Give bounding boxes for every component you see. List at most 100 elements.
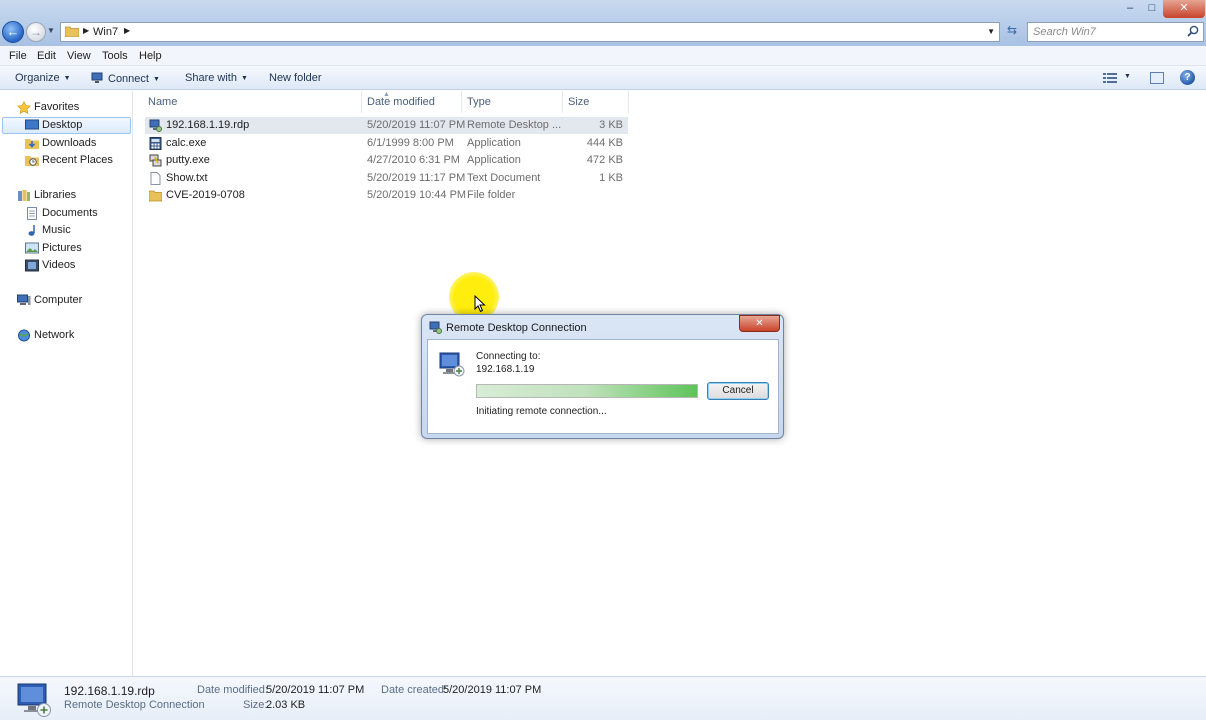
new-folder-button[interactable]: New folder <box>269 72 322 84</box>
arrow-left-icon: ← <box>6 24 20 39</box>
organize-button[interactable]: Organize ▼ <box>15 72 71 84</box>
menu-edit[interactable]: Edit <box>37 50 56 62</box>
computer-icon <box>17 294 31 305</box>
file-size: 3 KB <box>599 119 623 131</box>
file-row[interactable]: 192.168.1.19.rdp 5/20/2019 11:07 PM Remo… <box>145 117 628 134</box>
downloads-icon <box>25 139 39 149</box>
file-date-modified: 4/27/2010 6:31 PM <box>367 154 460 166</box>
column-header-row: ▲ Name Date modified Type Size <box>134 91 634 113</box>
connection-progress-bar <box>476 384 698 398</box>
file-name: calc.exe <box>166 137 207 149</box>
back-button[interactable]: ← <box>2 21 24 43</box>
details-modified-label: Date modified: <box>197 684 268 696</box>
details-pane: 192.168.1.19.rdp Remote Desktop Connecti… <box>0 676 1206 720</box>
file-name: Show.txt <box>166 172 208 184</box>
documents-icon <box>27 207 37 220</box>
column-size[interactable]: Size <box>568 96 589 108</box>
file-date-modified: 5/20/2019 11:07 PM <box>367 119 466 131</box>
search-input[interactable]: Search Win7 <box>1027 22 1204 42</box>
details-modified-value: 5/20/2019 11:07 PM <box>266 684 365 696</box>
organize-label: Organize <box>15 72 60 84</box>
file-row[interactable]: putty.exe 4/27/2010 6:31 PM Application … <box>145 152 628 169</box>
videos-icon <box>25 259 39 272</box>
network-icon <box>18 329 30 342</box>
menu-view[interactable]: View <box>67 50 91 62</box>
breadcrumb-separator-icon[interactable]: ▶ <box>124 26 130 35</box>
chevron-down-icon: ▼ <box>152 76 160 83</box>
menu-tools[interactable]: Tools <box>102 50 128 62</box>
music-icon <box>28 225 35 236</box>
close-button[interactable]: ✕ <box>1163 0 1205 18</box>
file-type: Text Document <box>467 172 541 184</box>
rdp-file-icon <box>149 119 162 132</box>
column-divider[interactable] <box>361 91 362 113</box>
share-with-label: Share with <box>185 72 237 84</box>
cancel-button[interactable]: Cancel <box>707 382 769 400</box>
star-icon <box>17 101 31 114</box>
help-icon[interactable]: ? <box>1180 70 1195 85</box>
column-divider[interactable] <box>628 91 629 113</box>
dialog-title: Remote Desktop Connection <box>446 322 587 334</box>
file-name: 192.168.1.19.rdp <box>166 119 250 131</box>
preview-pane-icon[interactable] <box>1150 72 1164 84</box>
nav-recent-places-label: Recent Places <box>42 154 113 166</box>
file-type: Remote Desktop ... <box>467 119 562 131</box>
details-file-name: 192.168.1.19.rdp <box>64 684 155 698</box>
file-row[interactable]: Show.txt 5/20/2019 11:17 PM Text Documen… <box>145 170 628 187</box>
close-icon: ✕ <box>755 318 764 329</box>
address-bar[interactable]: ▶ Win7 ▶ ▼ <box>60 22 1000 42</box>
connection-status: Initiating remote connection... <box>476 406 607 417</box>
file-type: Application <box>467 137 521 149</box>
column-divider[interactable] <box>461 91 462 113</box>
column-date-modified[interactable]: Date modified <box>367 96 435 108</box>
recent-locations-dropdown[interactable]: ▼ <box>47 26 55 35</box>
title-bar: ← → ▼ ▶ Win7 ▶ ▼ ⇆ Search Win7 – □ ✕ <box>0 0 1206 46</box>
putty-icon <box>149 154 162 167</box>
file-date-modified: 6/1/1999 8:00 PM <box>367 137 454 149</box>
file-row[interactable]: calc.exe 6/1/1999 8:00 PM Application 44… <box>145 135 628 152</box>
refresh-button[interactable]: ⇆ <box>1002 23 1022 41</box>
arrow-right-icon: → <box>30 25 42 39</box>
file-size: 472 KB <box>586 154 623 166</box>
details-size-label: Size: <box>243 699 268 711</box>
file-size: 444 KB <box>586 137 623 149</box>
connect-button[interactable]: Connect ▼ <box>91 72 160 85</box>
chevron-down-icon[interactable]: ▼ <box>1124 73 1131 80</box>
menu-file[interactable]: File <box>9 50 27 62</box>
connect-label: Connect <box>108 73 149 85</box>
target-address: 192.168.1.19 <box>476 364 535 375</box>
forward-button[interactable]: → <box>26 22 46 42</box>
nav-computer-label: Computer <box>34 294 83 306</box>
remote-desktop-dialog: Remote Desktop Connection ✕ Connecting t… <box>421 314 784 439</box>
breadcrumb-separator-icon[interactable]: ▶ <box>83 26 89 35</box>
dialog-close-button[interactable]: ✕ <box>739 315 780 332</box>
column-divider[interactable] <box>562 91 563 113</box>
file-type: Application <box>467 154 521 166</box>
address-dropdown-icon[interactable]: ▼ <box>987 27 995 36</box>
dialog-body: Connecting to: 192.168.1.19 Cancel Initi… <box>427 339 779 434</box>
view-options-icon[interactable] <box>1103 72 1117 84</box>
rdp-file-large-icon <box>17 683 51 717</box>
nav-libraries-label: Libraries <box>34 189 77 201</box>
text-file-icon <box>150 172 161 185</box>
breadcrumb-win7[interactable]: Win7 <box>93 26 118 38</box>
file-name: putty.exe <box>166 154 210 166</box>
pictures-icon <box>25 242 39 254</box>
remote-monitor-icon <box>439 352 465 377</box>
column-type[interactable]: Type <box>467 96 491 108</box>
search-icon[interactable] <box>1187 25 1199 37</box>
search-placeholder: Search Win7 <box>1033 26 1096 38</box>
recent-places-icon <box>25 156 39 166</box>
maximize-button[interactable]: □ <box>1141 0 1163 18</box>
nav-pictures-label: Pictures <box>42 242 82 254</box>
remote-desktop-icon <box>429 321 442 334</box>
menu-help[interactable]: Help <box>139 50 162 62</box>
file-row[interactable]: CVE-2019-0708 5/20/2019 10:44 PM File fo… <box>145 187 628 204</box>
share-with-button[interactable]: Share with ▼ <box>185 72 248 84</box>
nav-videos-label: Videos <box>42 259 76 271</box>
column-name[interactable]: Name <box>148 96 177 108</box>
file-date-modified: 5/20/2019 10:44 PM <box>367 189 467 201</box>
minimize-button[interactable]: – <box>1119 0 1141 18</box>
remote-desktop-icon <box>91 72 103 83</box>
desktop-icon <box>25 119 39 130</box>
